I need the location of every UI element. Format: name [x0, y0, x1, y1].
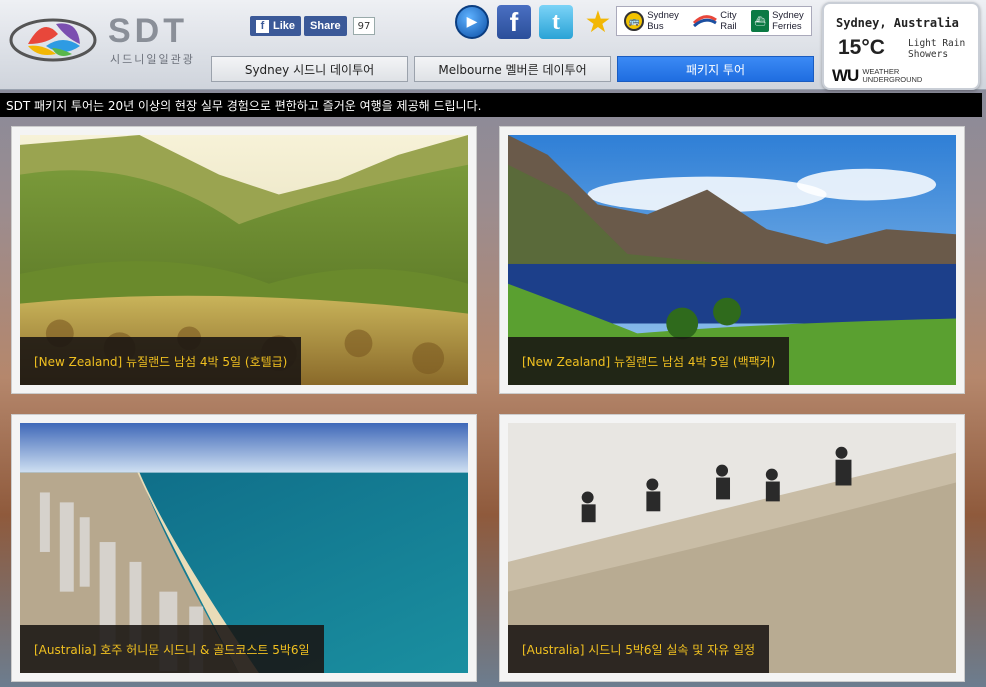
- brand-name[interactable]: SDT: [108, 12, 188, 51]
- facebook-icon[interactable]: f: [497, 5, 531, 39]
- nav-tabs: Sydney 시드니 데이투어 Melbourne 멜버른 데이투어 패키지 투…: [211, 56, 814, 82]
- city-rail-link[interactable]: City Rail: [693, 10, 737, 32]
- tour-card-au-sydney[interactable]: [Australia] 시드니 5박6일 실속 및 자유 일정: [499, 414, 965, 682]
- share-count: 97: [352, 17, 376, 35]
- tab-melbourne-day-tour[interactable]: Melbourne 멜버른 데이투어: [414, 56, 611, 82]
- sydney-ferries-link[interactable]: ⛴ Sydney Ferries: [751, 10, 804, 32]
- wu-logo-icon: WU: [832, 66, 859, 85]
- site-header: SDT 시드니일일관광 f Like Share 97 ▶ f t ★ 🚌 Sy…: [0, 0, 986, 90]
- tour-caption[interactable]: [New Zealand] 뉴질랜드 남섬 4박 5일 (호텔급): [20, 337, 302, 385]
- sydney-bus-link[interactable]: 🚌 Sydney Bus: [624, 10, 679, 32]
- weather-underground-logo: WU WEATHER UNDERGROUND: [832, 66, 923, 85]
- tour-image-gold-coast[interactable]: [Australia] 호주 허니문 시드니 & 골드코스트 5박6일: [20, 423, 468, 673]
- rail-icon: [693, 15, 718, 28]
- tour-image-nz-lake[interactable]: [New Zealand] 뉴질랜드 남섬 4박 5일 (백팩커): [508, 135, 956, 385]
- weather-condition: Light Rain Showers: [908, 38, 966, 60]
- tab-package-tour[interactable]: 패키지 투어: [617, 56, 814, 82]
- header-icons: ▶ f t ★: [455, 5, 615, 40]
- social-buttons: f Like Share 97: [250, 16, 376, 36]
- weather-widget[interactable]: Sydney, Australia 15°C Light Rain Shower…: [822, 2, 980, 90]
- twitter-icon[interactable]: t: [539, 5, 573, 39]
- star-icon[interactable]: ★: [581, 5, 615, 40]
- bus-icon: 🚌: [624, 11, 645, 31]
- tour-caption[interactable]: [New Zealand] 뉴질랜드 남섬 4박 5일 (백팩커): [508, 337, 790, 385]
- tour-image-sand-dune[interactable]: [Australia] 시드니 5박6일 실속 및 자유 일정: [508, 423, 956, 673]
- brand-subtitle: 시드니일일관광: [110, 53, 195, 66]
- tour-card-au-honeymoon[interactable]: [Australia] 호주 허니문 시드니 & 골드코스트 5박6일: [11, 414, 477, 682]
- ferry-icon: ⛴: [751, 10, 770, 32]
- share-label: Share: [310, 20, 341, 32]
- tour-card-nz-hotel[interactable]: [New Zealand] 뉴질랜드 남섬 4박 5일 (호텔급): [11, 126, 477, 394]
- weather-temperature: 15°C: [838, 36, 885, 59]
- facebook-icon: f: [256, 19, 269, 33]
- tour-caption[interactable]: [Australia] 시드니 5박6일 실속 및 자유 일정: [508, 625, 770, 673]
- facebook-like-button[interactable]: f Like: [250, 16, 302, 36]
- transport-links: 🚌 Sydney Bus City Rail ⛴ Sydney Ferries: [616, 6, 812, 36]
- like-label: Like: [273, 20, 296, 32]
- facebook-share-button[interactable]: Share: [304, 16, 347, 36]
- tour-image-nz-hills[interactable]: [New Zealand] 뉴질랜드 남섬 4박 5일 (호텔급): [20, 135, 468, 385]
- tour-card-nz-backpacker[interactable]: [New Zealand] 뉴질랜드 남섬 4박 5일 (백팩커): [499, 126, 965, 394]
- weather-city: Sydney, Australia: [836, 16, 959, 30]
- sdt-logo-icon[interactable]: [8, 14, 98, 66]
- tour-caption[interactable]: [Australia] 호주 허니문 시드니 & 골드코스트 5박6일: [20, 625, 324, 673]
- tab-sydney-day-tour[interactable]: Sydney 시드니 데이투어: [211, 56, 408, 82]
- play-icon[interactable]: ▶: [455, 5, 489, 39]
- intro-banner: SDT 패키지 투어는 20년 이상의 현장 실무 경험으로 편한하고 즐거운 …: [0, 93, 982, 117]
